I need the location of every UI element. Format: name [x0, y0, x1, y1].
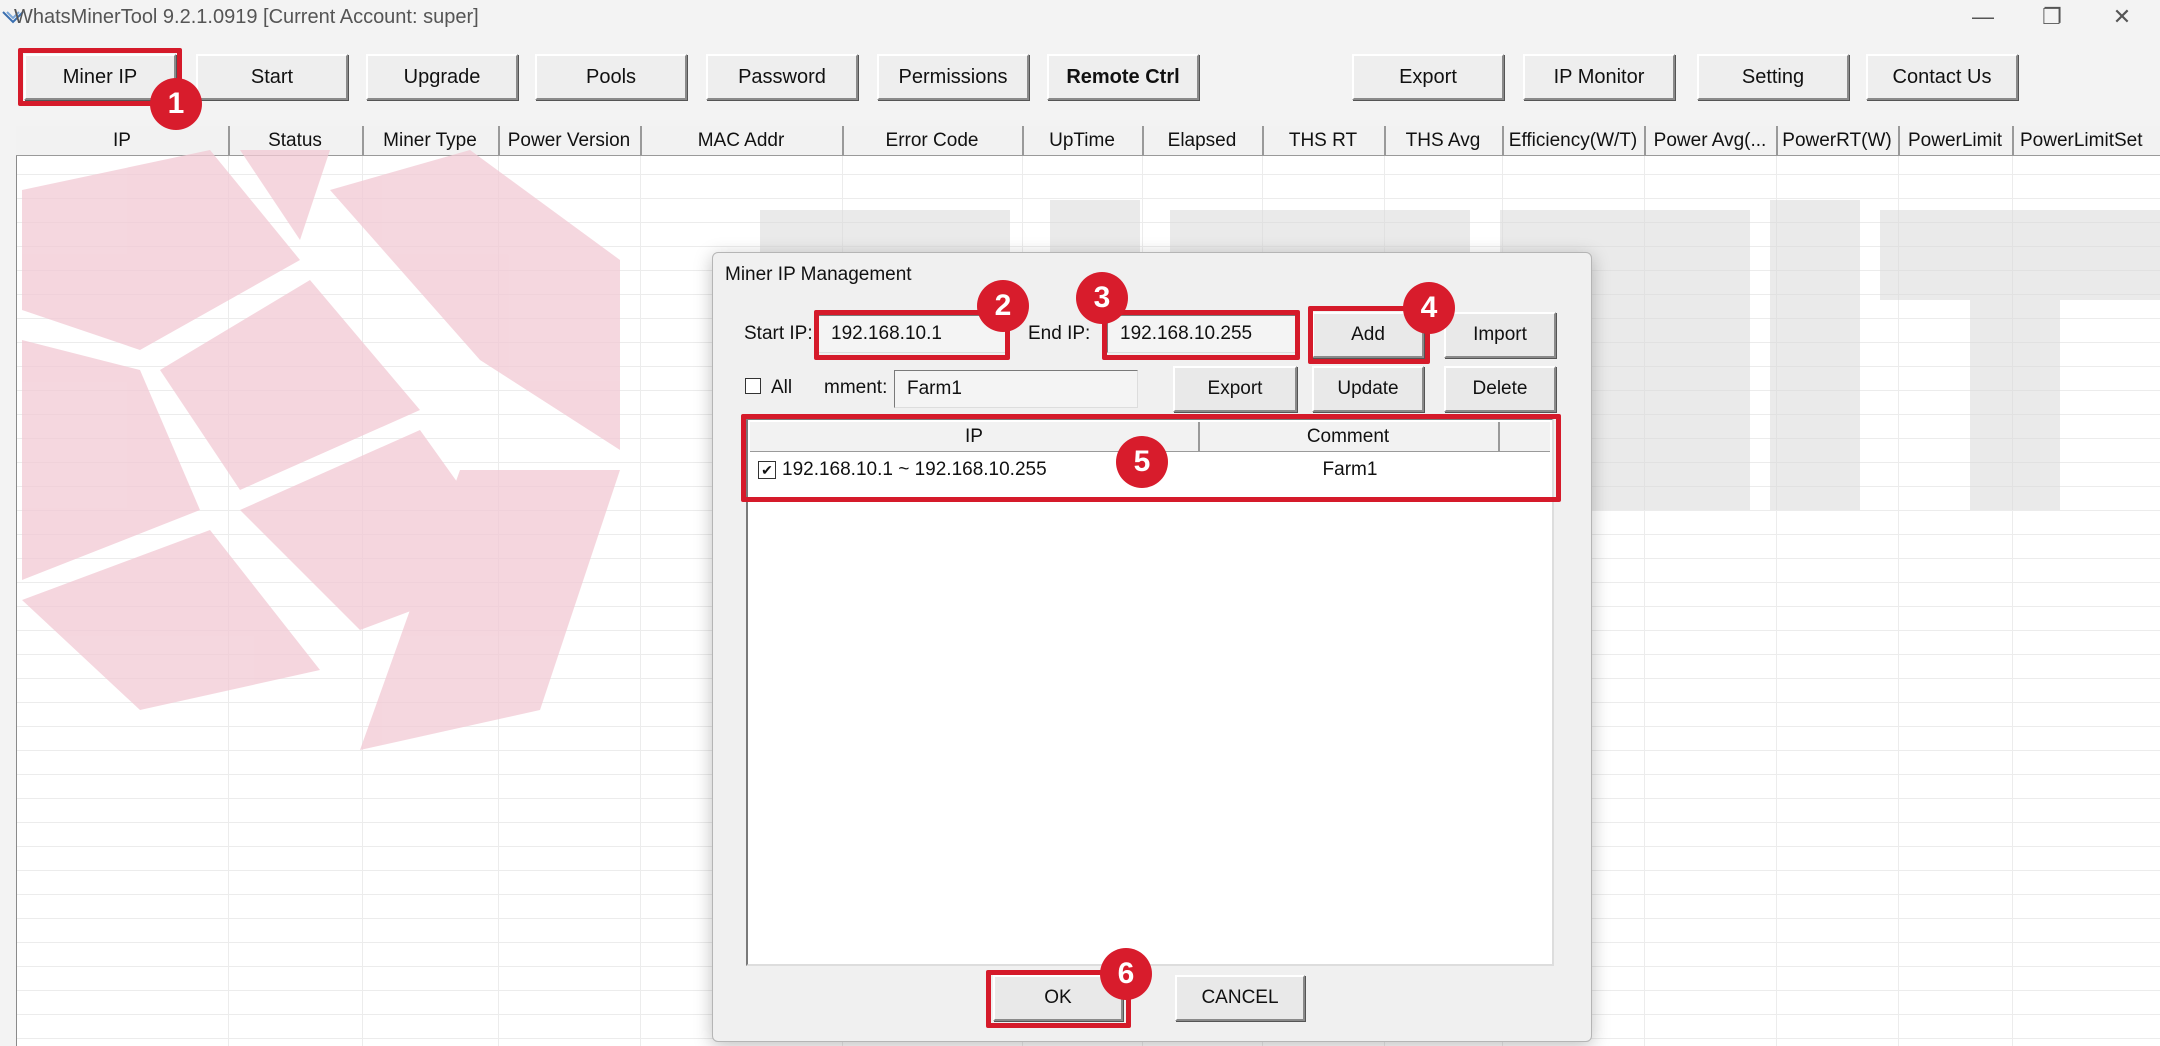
step-badge: 3: [1076, 272, 1128, 324]
grid-divider: [1898, 156, 1899, 1046]
import-button[interactable]: Import: [1444, 312, 1556, 358]
all-checkbox[interactable]: [745, 378, 761, 394]
remote-ctrl-button[interactable]: Remote Ctrl: [1047, 54, 1199, 100]
contact-us-button[interactable]: Contact Us: [1866, 54, 2018, 100]
column-ths-avg[interactable]: THS Avg: [1384, 126, 1504, 156]
grid-divider: [362, 156, 363, 1046]
grid-divider: [228, 156, 229, 1046]
minimize-icon[interactable]: —: [1955, 2, 2011, 32]
restore-icon[interactable]: ❐: [2024, 2, 2080, 32]
grid-divider: [640, 156, 641, 1046]
column-status[interactable]: Status: [228, 126, 364, 156]
column-miner-type[interactable]: Miner Type: [362, 126, 500, 156]
setting-button[interactable]: Setting: [1697, 54, 1849, 100]
end-ip-label: End IP:: [1028, 323, 1091, 344]
grid-divider: [1776, 156, 1777, 1046]
column-elapsed[interactable]: Elapsed: [1142, 126, 1264, 156]
dialog-title: Miner IP Management: [725, 264, 912, 285]
step-badge: 2: [977, 280, 1029, 332]
start-ip-label: Start IP:: [744, 323, 813, 344]
column-mac-addr[interactable]: MAC Addr: [640, 126, 844, 156]
grid-divider: [2012, 156, 2013, 1046]
window-title: WhatsMinerTool 9.2.1.0919 [Current Accou…: [14, 6, 479, 28]
step-badge: 4: [1403, 282, 1455, 334]
comment-label: mment:: [824, 377, 888, 398]
highlight-end-ip: [1102, 310, 1300, 360]
password-button[interactable]: Password: [706, 54, 858, 100]
column-uptime[interactable]: UpTime: [1022, 126, 1144, 156]
close-icon[interactable]: ✕: [2094, 2, 2150, 32]
dialog-export-button[interactable]: Export: [1173, 366, 1297, 412]
step-badge: 1: [150, 78, 202, 130]
permissions-button[interactable]: Permissions: [877, 54, 1029, 100]
upgrade-button[interactable]: Upgrade: [366, 54, 518, 100]
column-efficiency[interactable]: Efficiency(W/T): [1502, 126, 1646, 156]
column-power-avg[interactable]: Power Avg(...: [1644, 126, 1778, 156]
delete-button[interactable]: Delete: [1444, 366, 1556, 412]
step-badge: 6: [1100, 948, 1152, 1000]
export-button[interactable]: Export: [1352, 54, 1504, 100]
grid-header: IP Status Miner Type Power Version MAC A…: [16, 126, 2160, 156]
column-error-code[interactable]: Error Code: [842, 126, 1024, 156]
column-ths-rt[interactable]: THS RT: [1262, 126, 1386, 156]
pools-button[interactable]: Pools: [535, 54, 687, 100]
column-power-limit-set[interactable]: PowerLimitSet: [2012, 126, 2160, 156]
step-badge: 5: [1116, 436, 1168, 488]
column-power-version[interactable]: Power Version: [498, 126, 642, 156]
update-button[interactable]: Update: [1312, 366, 1424, 412]
ip-monitor-button[interactable]: IP Monitor: [1523, 54, 1675, 100]
column-power-limit[interactable]: PowerLimit: [1898, 126, 2014, 156]
start-button[interactable]: Start: [196, 54, 348, 100]
all-label: All: [771, 377, 793, 398]
grid-divider: [498, 156, 499, 1046]
cancel-button[interactable]: CANCEL: [1175, 975, 1305, 1021]
comment-input[interactable]: Farm1: [894, 370, 1138, 408]
column-power-rt[interactable]: PowerRT(W): [1776, 126, 1900, 156]
column-ip[interactable]: IP: [16, 126, 230, 156]
grid-divider: [1644, 156, 1645, 1046]
